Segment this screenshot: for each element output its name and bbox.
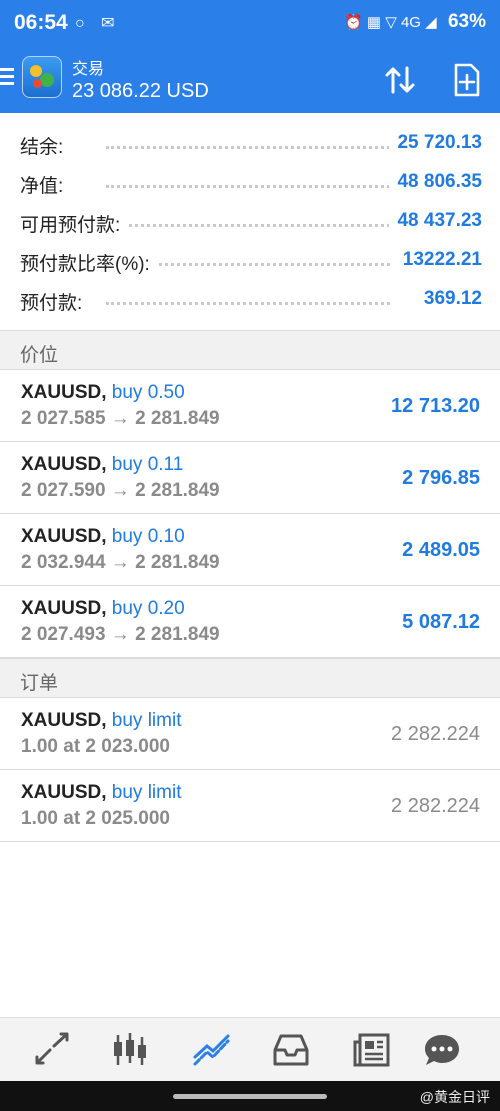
summary-row-equity: 净值: 48 806.35 bbox=[0, 161, 500, 200]
section-title: 订单 bbox=[20, 673, 59, 694]
news-icon[interactable] bbox=[352, 1032, 392, 1068]
summary-label: 可用预付款: bbox=[20, 210, 129, 237]
position-side: buy 0.11 bbox=[106, 454, 184, 475]
symbol: XAUUSD, bbox=[21, 782, 107, 803]
positions-section-header: 价位 bbox=[0, 330, 500, 370]
section-title: 价位 bbox=[20, 345, 59, 366]
position-title: XAUUSD, buy 0.50 bbox=[21, 382, 185, 404]
menu-icon[interactable] bbox=[0, 68, 14, 86]
order-side: buy limit bbox=[106, 782, 182, 803]
order-title: XAUUSD, buy limit bbox=[21, 710, 181, 732]
symbol: XAUUSD, bbox=[21, 710, 107, 731]
summary-value: 25 720.13 bbox=[389, 132, 482, 154]
symbol: XAUUSD, bbox=[21, 598, 107, 619]
summary-row-margin: 预付款: 369.12 bbox=[0, 278, 500, 317]
symbol: XAUUSD, bbox=[21, 382, 107, 403]
app-logo bbox=[22, 56, 62, 98]
position-profit: 5 087.12 bbox=[402, 611, 480, 633]
trade-icon[interactable] bbox=[192, 1032, 232, 1068]
position-row[interactable]: XAUUSD, buy 0.50 2 027.585 → 2 281.849 1… bbox=[0, 370, 500, 442]
sort-icon[interactable] bbox=[384, 64, 416, 96]
page-title: 交易 bbox=[72, 61, 105, 78]
position-prices: 2 027.493 → 2 281.849 bbox=[21, 624, 220, 645]
position-profit: 2 796.85 bbox=[402, 467, 480, 489]
position-title: XAUUSD, buy 0.10 bbox=[21, 526, 185, 548]
summary-value: 48 437.23 bbox=[389, 210, 482, 232]
account-summary: 结余: 25 720.13 净值: 48 806.35 可用预付款: 48 437.2… bbox=[0, 122, 500, 317]
battery-percent: 63% bbox=[447, 11, 486, 32]
new-order-icon[interactable] bbox=[453, 63, 481, 97]
summary-label: 结余: bbox=[20, 132, 72, 159]
position-side: buy 0.10 bbox=[106, 526, 185, 547]
position-prices: 2 027.585 → 2 281.849 bbox=[21, 408, 220, 429]
position-prices: 2 032.944 → 2 281.849 bbox=[21, 552, 220, 573]
order-title: XAUUSD, buy limit bbox=[21, 782, 181, 804]
chart-icon[interactable] bbox=[110, 1032, 150, 1068]
position-row[interactable]: XAUUSD, buy 0.20 2 027.493 → 2 281.849 5… bbox=[0, 586, 500, 658]
chat-icon[interactable] bbox=[422, 1032, 462, 1068]
order-detail: 1.00 at 2 025.000 bbox=[21, 808, 170, 829]
summary-row-free-margin: 可用预付款: 48 437.23 bbox=[0, 200, 500, 239]
order-side: buy limit bbox=[106, 710, 182, 731]
status-time: 06:54 bbox=[14, 11, 68, 34]
position-prices: 2 027.590 → 2 281.849 bbox=[21, 480, 220, 501]
order-price: 2 282.224 bbox=[391, 795, 480, 817]
position-title: XAUUSD, buy 0.20 bbox=[21, 598, 185, 620]
order-price: 2 282.224 bbox=[391, 723, 480, 745]
notification-icons: ○ ✉ bbox=[75, 15, 121, 32]
order-row[interactable]: XAUUSD, buy limit 1.00 at 2 023.000 2 28… bbox=[0, 698, 500, 770]
summary-label: 预付款比率(%): bbox=[20, 249, 158, 276]
position-row[interactable]: XAUUSD, buy 0.10 2 032.944 → 2 281.849 2… bbox=[0, 514, 500, 586]
summary-row-margin-level: 预付款比率(%): 13222.21 bbox=[0, 239, 500, 278]
summary-row-balance: 结余: 25 720.13 bbox=[0, 122, 500, 161]
summary-value: 48 806.35 bbox=[389, 171, 482, 193]
order-detail: 1.00 at 2 023.000 bbox=[21, 736, 170, 757]
bottom-tab-bar bbox=[0, 1017, 500, 1082]
orders-section-header: 订单 bbox=[0, 658, 500, 698]
position-side: buy 0.20 bbox=[106, 598, 185, 619]
summary-value: 13222.21 bbox=[394, 249, 482, 271]
position-row[interactable]: XAUUSD, buy 0.11 2 027.590 → 2 281.849 2… bbox=[0, 442, 500, 514]
status-right: ⏰ ▦ ▽ 4G ◢ 63% bbox=[344, 11, 486, 33]
home-gesture-bar[interactable] bbox=[173, 1094, 327, 1099]
symbol: XAUUSD, bbox=[21, 526, 107, 547]
summary-label: 净值: bbox=[20, 171, 72, 198]
position-profit: 12 713.20 bbox=[391, 395, 480, 417]
position-title: XAUUSD, buy 0.11 bbox=[21, 454, 183, 476]
order-row[interactable]: XAUUSD, buy limit 1.00 at 2 025.000 2 28… bbox=[0, 770, 500, 842]
symbol: XAUUSD, bbox=[21, 454, 107, 475]
summary-value: 369.12 bbox=[415, 288, 482, 310]
system-icons: ⏰ ▦ ▽ 4G ◢ bbox=[344, 14, 437, 31]
position-side: buy 0.50 bbox=[106, 382, 185, 403]
position-profit: 2 489.05 bbox=[402, 539, 480, 561]
status-bar: 06:54 ○ ✉ ⏰ ▦ ▽ 4G ◢ 63% bbox=[0, 0, 500, 48]
watermark: @黄金日评 bbox=[419, 1089, 490, 1105]
quotes-icon[interactable] bbox=[32, 1032, 72, 1068]
history-icon[interactable] bbox=[271, 1032, 311, 1068]
app-bar: 交易 23 086.22 USD bbox=[0, 48, 500, 113]
summary-label: 预付款: bbox=[20, 288, 91, 315]
account-balance: 23 086.22 USD bbox=[72, 80, 209, 102]
